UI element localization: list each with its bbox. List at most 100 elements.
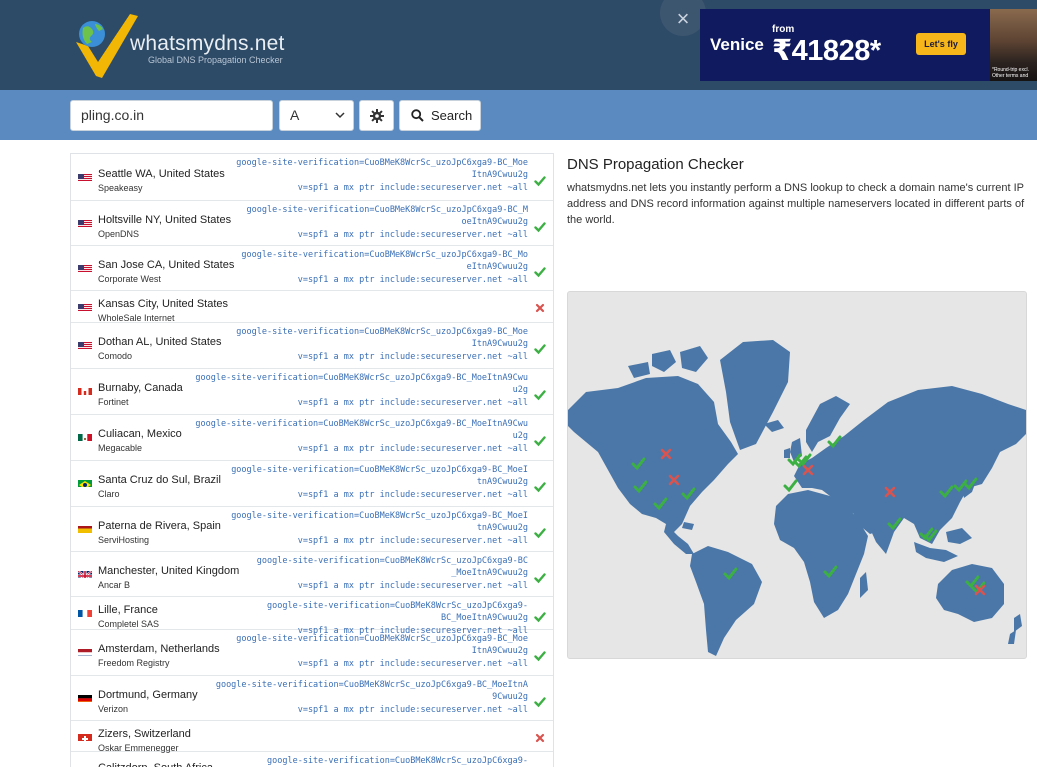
server-provider: Corporate West [98, 274, 161, 284]
txt-record-values: google-site-verification=CuoBMeK8WcrSc_u… [223, 249, 528, 286]
country-flag-icon [78, 385, 92, 395]
ad-cta-button[interactable]: Let's fly [916, 33, 966, 55]
txt-record-spf: v=spf1 a mx ptr include:secureserver.net… [297, 490, 528, 500]
txt-record-verification: google-site-verification=CuoBMeK8WcrSc_u… [236, 634, 528, 656]
txt-record-verification: google-site-verification=CuoBMeK8WcrSc_u… [195, 419, 528, 441]
txt-record-spf: v=spf1 a mx ptr include:secureserver.net… [297, 659, 528, 669]
check-icon [534, 434, 546, 447]
server-location: Zizers, Switzerland [98, 728, 191, 740]
txt-record-values: google-site-verification=CuoBMeK8WcrSc_u… [203, 679, 528, 716]
map-land [568, 340, 1026, 656]
settings-button[interactable] [359, 100, 394, 131]
server-location: Manchester, United Kingdom [98, 565, 240, 577]
txt-record-values: google-site-verification=CuoBMeK8WcrSc_u… [223, 755, 528, 767]
result-row[interactable]: Paterna de Rivera, Spain ServiHosting goog… [71, 507, 553, 552]
server-provider: Completel SAS [98, 619, 160, 629]
txt-record-values: google-site-verification=CuoBMeK8WcrSc_u… [223, 464, 528, 501]
txt-record-verification: google-site-verification=CuoBMeK8WcrSc_u… [195, 373, 528, 395]
country-flag-icon [78, 339, 92, 349]
advertisement-banner[interactable]: Venice from ₹41828* Let's fly *Round-tri… [700, 9, 1037, 81]
txt-record-verification: google-site-verification=CuoBMeK8WcrSc_u… [267, 601, 528, 623]
result-row[interactable]: San Jose CA, United States Corporate West… [71, 246, 553, 291]
server-provider: Comodo [98, 351, 133, 361]
txt-record-spf: v=spf1 a mx ptr include:secureserver.net… [297, 352, 528, 362]
record-type-value: A [290, 107, 300, 123]
server-location: Seattle WA, United States [98, 168, 225, 180]
country-flag-icon [78, 431, 92, 441]
check-icon [534, 695, 546, 708]
check-icon [534, 342, 546, 355]
server-location: Kansas City, United States [98, 298, 229, 310]
country-flag-icon [78, 301, 92, 311]
result-row[interactable]: Manchester, United Kingdom Ancar B google-… [71, 552, 553, 597]
server-provider: OpenDNS [98, 229, 140, 239]
result-row[interactable]: Santa Cruz do Sul, Brazil Claro google-sit… [71, 461, 553, 507]
logo-text: whatsmydns.net [130, 32, 285, 55]
server-location: Burnaby, Canada [98, 382, 183, 394]
txt-record-values: google-site-verification=CuoBMeK8WcrSc_u… [183, 418, 528, 455]
server-provider: Speakeasy [98, 183, 143, 193]
results-list: Seattle WA, United States Speakeasy google… [70, 153, 554, 767]
server-location: Dortmund, Germany [98, 689, 198, 701]
txt-record-spf: v=spf1 a mx ptr include:secureserver.net… [297, 230, 528, 240]
server-location: Paterna de Rivera, Spain [98, 520, 221, 532]
logo-subtitle: Global DNS Propagation Checker [148, 55, 283, 65]
country-flag-icon [78, 731, 92, 741]
ad-image: *Round-trip excl. Other terms and [990, 9, 1037, 81]
result-row[interactable]: Holtsville NY, United States OpenDNS googl… [71, 201, 553, 246]
result-row[interactable]: Dothan AL, United States Comodo google-sit… [71, 323, 553, 369]
ad-city: Venice [710, 35, 764, 54]
server-provider: Fortinet [98, 397, 129, 407]
server-location: Calitzdorp, South Africa [98, 762, 213, 767]
info-description: whatsmydns.net lets you instantly perfor… [567, 182, 1025, 226]
server-location: Santa Cruz do Sul, Brazil [98, 474, 221, 486]
txt-record-verification: google-site-verification=CuoBMeK8WcrSc_u… [231, 465, 528, 487]
txt-record-spf: v=spf1 a mx ptr include:secureserver.net… [297, 444, 528, 454]
site-header: whatsmydns.net Global DNS Propagation Ch… [0, 0, 1037, 90]
country-flag-icon [78, 171, 92, 181]
server-provider: Verizon [98, 704, 129, 714]
txt-record-spf: v=spf1 a mx ptr include:secureserver.net… [297, 183, 528, 193]
txt-record-verification: google-site-verification=CuoBMeK8WcrSc_u… [246, 205, 528, 227]
server-location: Culiacan, Mexico [98, 428, 182, 440]
check-icon [534, 610, 546, 623]
server-location: Amsterdam, Netherlands [98, 643, 220, 655]
txt-record-spf: v=spf1 a mx ptr include:secureserver.net… [297, 398, 528, 408]
result-row[interactable]: Lille, France Completel SAS google-site-ve… [71, 597, 553, 636]
search-button-label: Search [431, 108, 473, 123]
result-row[interactable]: Dortmund, Germany Verizon google-site-veri… [71, 676, 553, 721]
country-flag-icon [78, 568, 92, 578]
domain-input[interactable]: pling.co.in [70, 100, 273, 131]
world-map-svg [568, 340, 1026, 656]
country-flag-icon [78, 607, 92, 617]
search-button[interactable]: Search [399, 100, 481, 131]
txt-record-verification: google-site-verification=CuoBMeK8WcrSc_u… [236, 158, 528, 180]
result-row[interactable]: Amsterdam, Netherlands Freedom Registry go… [71, 630, 553, 676]
txt-record-values: google-site-verification=CuoBMeK8WcrSc_u… [223, 157, 528, 194]
txt-record-spf: v=spf1 a mx ptr include:secureserver.net… [297, 536, 528, 546]
txt-record-verification: google-site-verification=CuoBMeK8WcrSc_u… [231, 511, 528, 533]
check-icon [534, 526, 546, 539]
txt-record-values: google-site-verification=CuoBMeK8WcrSc_u… [238, 204, 528, 241]
result-row[interactable]: Kansas City, United States WholeSale Inte… [71, 291, 553, 323]
logo-globe-icon [76, 14, 138, 78]
server-provider: ServiHosting [98, 535, 150, 545]
server-provider: Megacable [98, 443, 143, 453]
check-icon [534, 174, 546, 187]
gear-icon [370, 109, 384, 123]
country-flag-icon [78, 477, 92, 487]
result-row[interactable]: Seattle WA, United States Speakeasy google… [71, 154, 553, 201]
txt-record-verification: google-site-verification=CuoBMeK8WcrSc_u… [256, 556, 528, 578]
chevron-down-icon [335, 112, 345, 119]
check-icon [534, 220, 546, 233]
result-row[interactable]: Calitzdorp, South Africa google-site-veri… [71, 752, 553, 767]
result-row[interactable]: Culiacan, Mexico Megacable google-site-ver… [71, 415, 553, 461]
record-type-select[interactable]: A [279, 100, 354, 131]
result-row[interactable]: Burnaby, Canada Fortinet google-site-verif… [71, 369, 553, 415]
search-bar: pling.co.in A Search [0, 90, 1037, 140]
site-logo[interactable]: whatsmydns.net Global DNS Propagation Ch… [68, 12, 298, 78]
result-row[interactable]: Zizers, Switzerland Oskar Emmenegger [71, 721, 553, 753]
ad-price: ₹41828* [772, 35, 881, 67]
txt-record-spf: v=spf1 a mx ptr include:secureserver.net… [297, 275, 528, 285]
info-title: DNS Propagation Checker [567, 156, 744, 173]
